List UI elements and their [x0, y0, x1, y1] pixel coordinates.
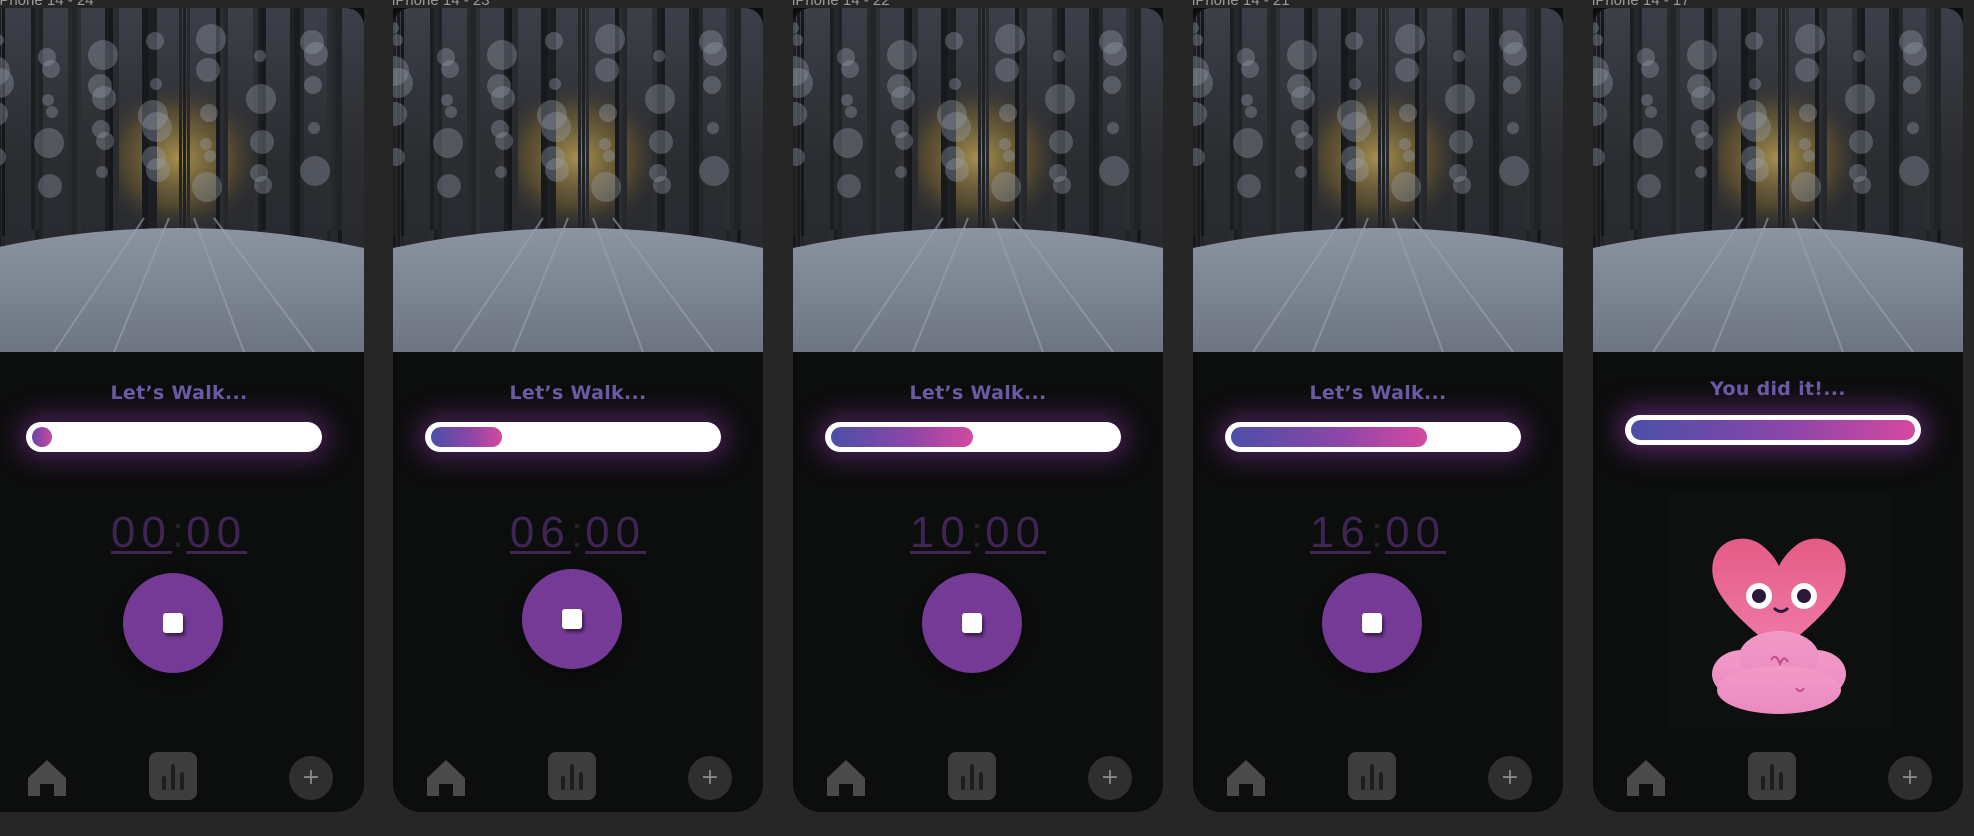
- timer-minutes: 16: [1309, 508, 1371, 557]
- stop-icon: [562, 609, 582, 629]
- stop-icon: [962, 613, 982, 633]
- success-title: You did it!...: [1710, 378, 1846, 400]
- bar-chart-icon[interactable]: [548, 752, 596, 800]
- add-button[interactable]: +: [1488, 756, 1532, 800]
- bar-chart-icon[interactable]: [1748, 752, 1796, 800]
- walk-progress-bar: [26, 422, 322, 452]
- home-icon[interactable]: [423, 754, 469, 800]
- add-button[interactable]: +: [1088, 756, 1132, 800]
- timer-display: 06:00: [509, 508, 647, 557]
- stop-button[interactable]: [922, 573, 1022, 673]
- add-button[interactable]: +: [289, 756, 333, 800]
- walk-progress-bar: [1225, 422, 1521, 452]
- progress-fill: [1631, 420, 1915, 440]
- home-icon[interactable]: [823, 754, 869, 800]
- home-icon[interactable]: [1623, 754, 1669, 800]
- phone-frame: Let’s Walk... 10:00 +: [793, 8, 1163, 812]
- add-button[interactable]: +: [688, 756, 732, 800]
- phone-frame: Let’s Walk... 16:00 +: [1193, 8, 1563, 812]
- progress-fill: [431, 427, 502, 447]
- forest-photo: [1193, 8, 1563, 352]
- progress-fill: [32, 427, 52, 447]
- plus-icon: +: [1500, 765, 1520, 790]
- home-icon[interactable]: [24, 754, 70, 800]
- stop-icon: [163, 613, 183, 633]
- heart-mascot-icon: [1712, 538, 1846, 714]
- forest-photo: [393, 8, 763, 352]
- bar-chart-icon[interactable]: [948, 752, 996, 800]
- home-icon[interactable]: [1223, 754, 1269, 800]
- progress-fill: [831, 427, 973, 447]
- progress-fill: [1231, 427, 1427, 447]
- stop-button[interactable]: [1322, 573, 1422, 673]
- bar-chart-icon[interactable]: [149, 752, 197, 800]
- timer-display: 00:00: [110, 508, 248, 557]
- add-button[interactable]: +: [1888, 756, 1932, 800]
- phone-frame: Let’s Walk... 06:00 +: [393, 8, 763, 812]
- walk-progress-bar: [825, 422, 1121, 452]
- stop-button[interactable]: [522, 569, 622, 669]
- walk-progress-bar: [425, 422, 721, 452]
- timer-seconds: 00: [1385, 508, 1447, 557]
- plus-icon: +: [700, 765, 720, 790]
- phone-frame: Let’s Walk... 00:00 +: [0, 8, 364, 812]
- bar-chart-icon[interactable]: [1348, 752, 1396, 800]
- heart-mascot-sticker: [1668, 492, 1890, 730]
- forest-photo: [0, 8, 364, 352]
- timer-minutes: 10: [909, 508, 971, 557]
- walk-title: Let’s Walk...: [909, 382, 1047, 404]
- forest-photo: [1593, 8, 1963, 352]
- timer-seconds: 00: [985, 508, 1047, 557]
- walk-progress-bar: [1625, 415, 1921, 445]
- stop-icon: [1362, 613, 1382, 633]
- timer-minutes: 06: [509, 508, 571, 557]
- timer-seconds: 00: [186, 508, 248, 557]
- walk-title: Let’s Walk...: [509, 382, 647, 404]
- stop-button[interactable]: [123, 573, 223, 673]
- timer-display: 16:00: [1309, 508, 1447, 557]
- phone-frame: You did it!... +: [1593, 8, 1963, 812]
- plus-icon: +: [301, 765, 321, 790]
- timer-seconds: 00: [585, 508, 647, 557]
- plus-icon: +: [1900, 765, 1920, 790]
- timer-display: 10:00: [909, 508, 1047, 557]
- forest-photo: [793, 8, 1163, 352]
- walk-title: Let’s Walk...: [1309, 382, 1447, 404]
- plus-icon: +: [1100, 765, 1120, 790]
- timer-minutes: 00: [110, 508, 172, 557]
- walk-title: Let’s Walk...: [110, 382, 248, 404]
